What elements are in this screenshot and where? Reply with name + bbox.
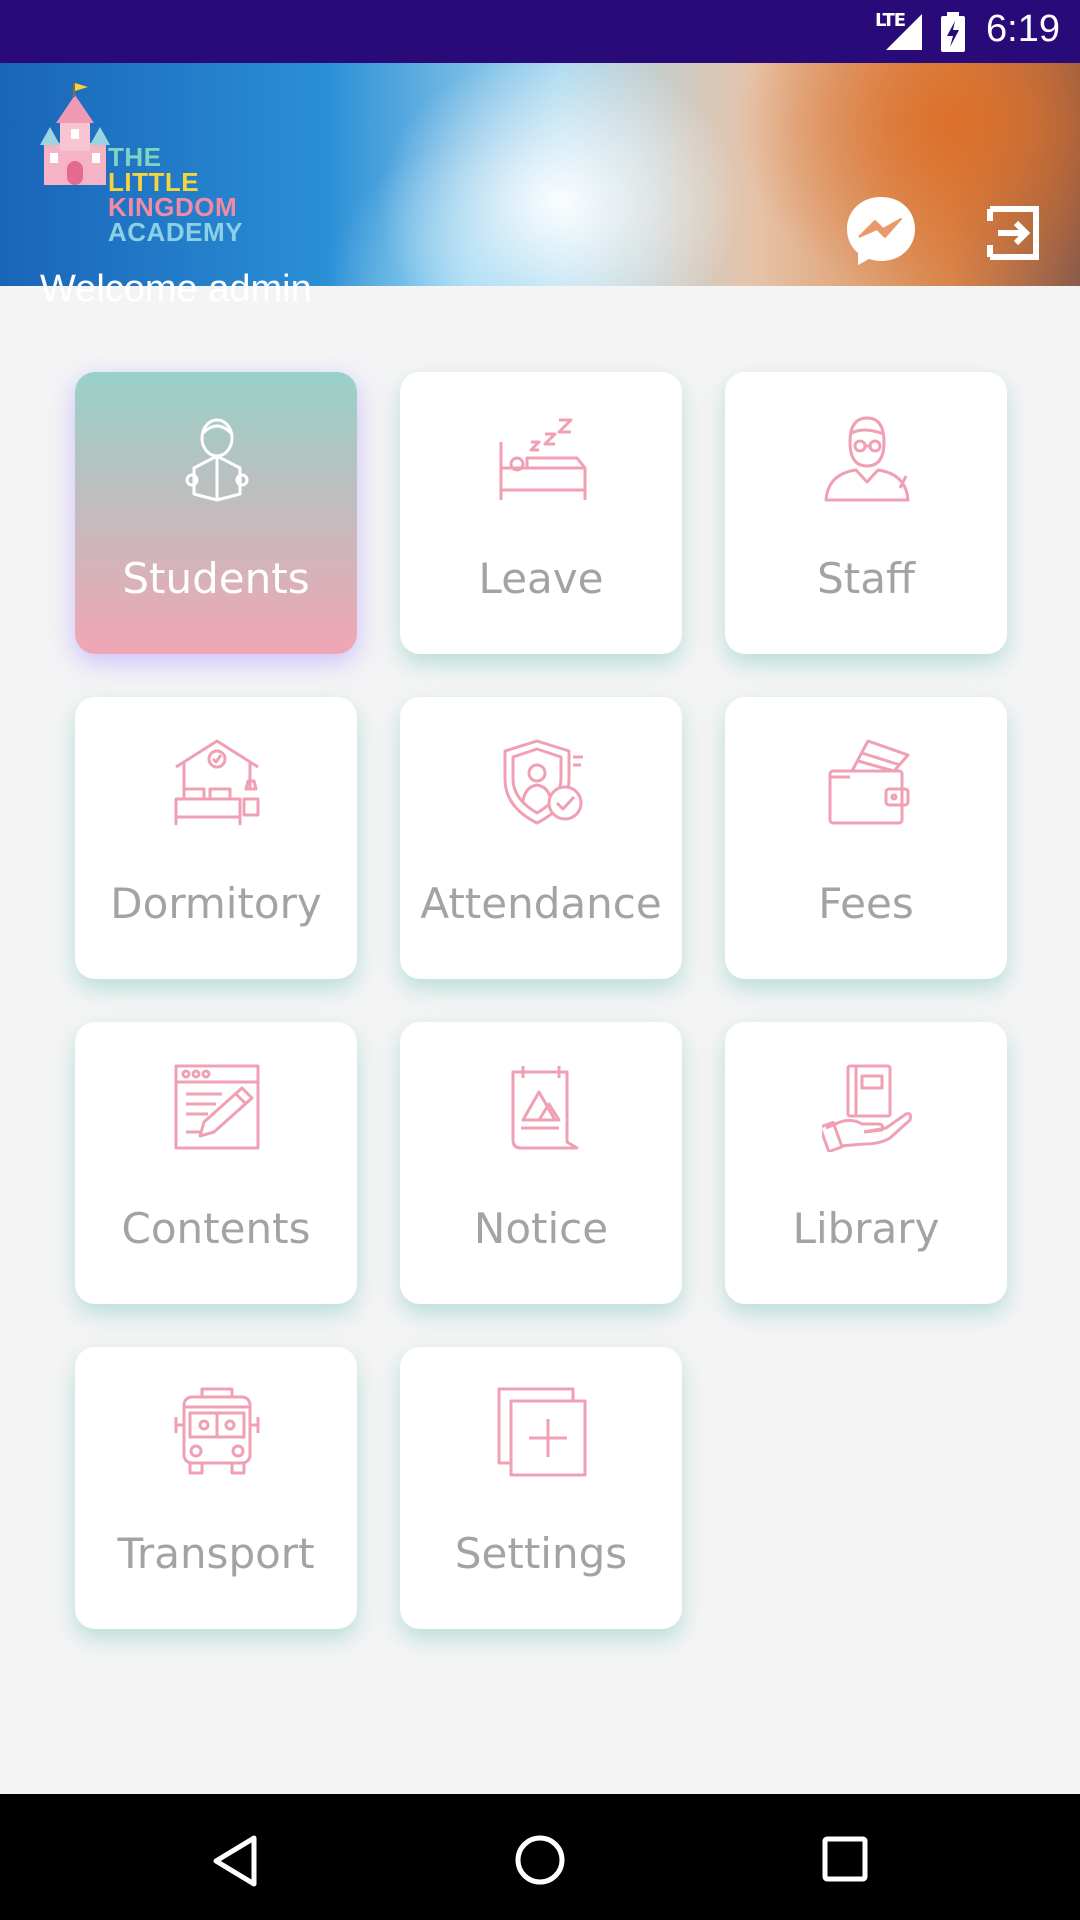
menu-tile-label: Leave bbox=[478, 554, 604, 603]
menu-tile-label: Transport bbox=[117, 1529, 315, 1578]
menu-tile-label: Settings bbox=[454, 1529, 628, 1578]
menu-tile-label: Notice bbox=[473, 1204, 609, 1253]
battery-charging-icon bbox=[941, 12, 965, 52]
signal-icon bbox=[886, 14, 922, 50]
menu-tile-notice[interactable]: Notice bbox=[400, 1022, 682, 1304]
notice-board-icon bbox=[511, 1066, 579, 1150]
menu-tile-label: Library bbox=[792, 1204, 940, 1253]
menu-tile-leave[interactable]: Leave bbox=[400, 372, 682, 654]
menu-tile-fees[interactable]: Fees bbox=[725, 697, 1007, 979]
sleeping-bed-icon bbox=[499, 418, 587, 500]
app-header: THE LITTLE KINGDOM ACADEMY Welcome admin bbox=[0, 63, 1080, 310]
logout-icon[interactable] bbox=[984, 203, 1044, 263]
messenger-icon[interactable] bbox=[843, 193, 919, 269]
wallet-icon bbox=[828, 739, 910, 825]
recent-square-icon[interactable] bbox=[822, 1836, 868, 1882]
logo-line: ACADEMY bbox=[108, 217, 243, 247]
content-edit-icon bbox=[174, 1064, 260, 1150]
menu-tile-attendance[interactable]: Attendance bbox=[400, 697, 682, 979]
castle-logo-icon bbox=[40, 83, 110, 185]
menu-tile-transport[interactable]: Transport bbox=[75, 1347, 357, 1629]
menu-tile-students[interactable]: Students bbox=[75, 372, 357, 654]
menu-tile-library[interactable]: Library bbox=[725, 1022, 1007, 1304]
menu-tile-label: Staff bbox=[817, 554, 915, 603]
student-reading-icon bbox=[185, 418, 249, 502]
menu-tile-settings[interactable]: Settings bbox=[400, 1347, 682, 1629]
book-hand-icon bbox=[822, 1064, 912, 1152]
dormitory-icon bbox=[174, 739, 260, 825]
menu-tile-label: Students bbox=[122, 554, 310, 603]
menu-tile-label: Fees bbox=[818, 879, 914, 928]
menu-tile-label: Contents bbox=[121, 1204, 311, 1253]
status-bar: LTE 6:19 bbox=[0, 0, 1080, 63]
teacher-icon bbox=[824, 416, 910, 502]
home-circle-icon[interactable] bbox=[514, 1834, 566, 1886]
menu-tile-contents[interactable]: Contents bbox=[75, 1022, 357, 1304]
settings-plus-icon bbox=[497, 1387, 587, 1477]
back-triangle-icon[interactable] bbox=[210, 1834, 260, 1888]
attendance-shield-icon bbox=[503, 739, 583, 825]
menu-tile-dormitory[interactable]: Dormitory bbox=[75, 697, 357, 979]
menu-tile-label: Attendance bbox=[420, 879, 662, 928]
menu-tile-staff[interactable]: Staff bbox=[725, 372, 1007, 654]
navigation-bar bbox=[0, 1794, 1080, 1920]
welcome-text: Welcome admin bbox=[40, 268, 312, 310]
logo-text: THE LITTLE KINGDOM ACADEMY bbox=[108, 144, 243, 247]
clock: 6:19 bbox=[986, 8, 1060, 50]
menu-tile-label: Dormitory bbox=[110, 879, 322, 928]
bus-icon bbox=[174, 1387, 260, 1475]
